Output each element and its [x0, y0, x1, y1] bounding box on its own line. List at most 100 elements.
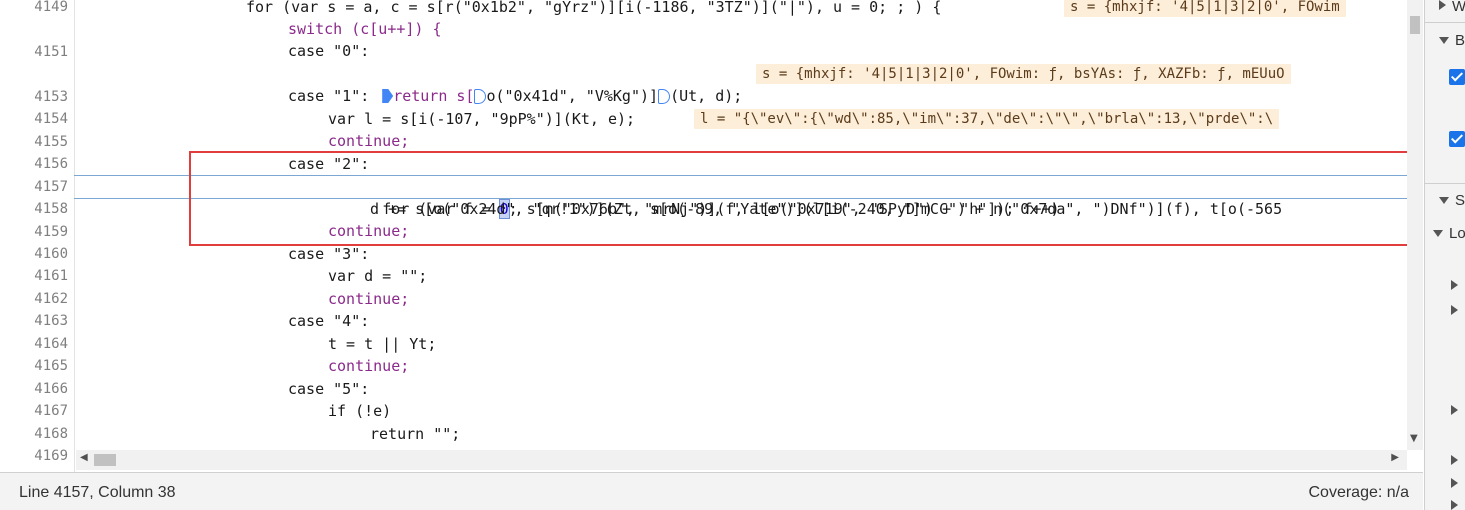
line-number[interactable]: 4164 [0, 333, 68, 355]
line-number-text: 4163 [34, 313, 68, 330]
line-number[interactable]: 4166 [0, 378, 68, 400]
line-number-text: 4156 [34, 156, 68, 173]
code-line-4151[interactable]: case "0": [288, 40, 369, 62]
line-number[interactable]: 4158 [0, 198, 68, 220]
divider [1425, 22, 1465, 23]
line-number[interactable]: 4167 [0, 400, 68, 422]
code-line-4161[interactable]: var d = ""; [328, 265, 427, 287]
inline-value: s = {mhxjf: '4|5|1|3|2|0', FOwim [1064, 0, 1346, 17]
scroll-right-arrow-icon[interactable]: ▶ [1391, 452, 1399, 463]
collapse-icon [1439, 37, 1449, 44]
line-number[interactable]: 4157 [0, 176, 68, 198]
line-number[interactable]: 4165 [0, 355, 68, 377]
code-line-4163[interactable]: case "4": [288, 310, 369, 332]
line-number[interactable]: 4160 [0, 243, 68, 265]
line-number[interactable]: 4154 [0, 108, 68, 130]
execution-marker-icon [382, 89, 394, 103]
inline-breakpoint-icon[interactable] [658, 89, 671, 104]
code-line-4165[interactable]: continue; [328, 355, 409, 377]
line-number-text: 4162 [34, 290, 68, 307]
code-text: case "4": [288, 312, 370, 330]
status-bar: Line 4157, Column 38 Coverage: n/a [0, 472, 1423, 510]
code-line-4152[interactable]: return s[o("0x41d", "V%Kg")] (Ut, d); [328, 63, 742, 105]
code-text: continue; [328, 132, 410, 150]
inline-breakpoint-icon[interactable] [474, 89, 487, 104]
code-line-4162[interactable]: continue; [328, 288, 409, 310]
code-line-4166[interactable]: case "5": [288, 378, 369, 400]
divider [1425, 183, 1465, 184]
collapse-icon [1433, 230, 1443, 237]
code-line-4164[interactable]: t = t || Yt; [328, 333, 436, 355]
debugger-side-panel[interactable]: W B S Lo [1424, 0, 1465, 510]
code-text: switch (c[u++]) { [288, 20, 442, 38]
side-section-label: S [1455, 192, 1465, 209]
code-text: t = t || Yt; [328, 335, 437, 353]
line-number[interactable]: 4151 [0, 41, 68, 63]
side-section-label: W [1452, 0, 1465, 15]
side-section-breakpoints[interactable]: B [1425, 30, 1465, 52]
scroll-down-arrow-icon[interactable]: ▼ [1410, 433, 1418, 444]
side-section-watch[interactable]: W [1425, 0, 1465, 18]
code-text: case "3": [288, 245, 370, 263]
line-number[interactable]: 4161 [0, 265, 68, 287]
code-line-4149[interactable]: for (var s = a, c = s[r("0x1b2", "gYrz")… [246, 0, 941, 18]
code-text: var l = s[i(-107, "9pP%")](Kt, e); [328, 110, 636, 128]
expand-icon[interactable] [1451, 500, 1458, 510]
line-number[interactable]: 4153 [0, 86, 68, 108]
side-section-scope[interactable]: S [1425, 190, 1465, 212]
expand-icon[interactable] [1451, 455, 1458, 465]
side-section-label: Lo [1449, 225, 1465, 242]
breakpoint-line-number[interactable]: 4152 [0, 63, 68, 85]
code-text: return s[ [393, 87, 475, 105]
line-number-text: 4161 [34, 268, 68, 285]
line-number[interactable]: 4155 [0, 131, 68, 153]
code-line-4167[interactable]: if (!e) [328, 400, 391, 422]
line-number[interactable]: 4156 [0, 153, 68, 175]
code-line-4153[interactable]: case "1": [288, 85, 369, 107]
code-text: continue; [328, 357, 410, 375]
line-number-text: 4149 [34, 0, 68, 15]
line-number[interactable]: 4163 [0, 310, 68, 332]
breakpoint-checkbox[interactable] [1449, 69, 1465, 85]
line-number[interactable]: 4169 [0, 445, 68, 467]
highlight-annotation-box [189, 151, 1423, 246]
side-section-local[interactable]: Lo [1425, 223, 1465, 245]
code-line-4150[interactable]: switch (c[u++]) { [288, 18, 442, 40]
line-number-text: 4169 [34, 448, 68, 464]
code-line-4155[interactable]: continue; [328, 130, 409, 152]
code-text: continue; [328, 290, 410, 308]
code-line-4168[interactable]: return ""; [370, 423, 460, 445]
horizontal-scrollbar[interactable]: ◀ ▶ [76, 450, 1407, 470]
line-number-text: 4160 [34, 245, 68, 262]
line-number[interactable]: 4159 [0, 221, 68, 243]
line-number[interactable]: 4162 [0, 288, 68, 310]
code-text: case "1": [288, 87, 370, 105]
coverage-status[interactable]: Coverage: n/a [1308, 484, 1409, 502]
line-number-text: 4168 [34, 425, 68, 442]
scroll-left-arrow-icon[interactable]: ◀ [80, 452, 88, 463]
code-line-4160[interactable]: case "3": [288, 243, 369, 265]
line-number[interactable]: 4149 [0, 0, 68, 18]
vertical-scrollbar[interactable]: ▼ [1407, 0, 1423, 450]
line-number-gutter[interactable]: 4149 4150 4151 4152 4153 4154 4155 4156 4157 4158… [0, 0, 75, 472]
horizontal-scroll-thumb[interactable] [94, 454, 116, 466]
code-text: if (!e) [328, 402, 392, 420]
expand-icon[interactable] [1451, 280, 1458, 290]
code-text: (Ut, d); [670, 87, 743, 105]
vertical-scroll-thumb[interactable] [1410, 16, 1420, 34]
code-text: return ""; [370, 425, 461, 443]
code-text: case "5": [288, 380, 370, 398]
line-number-text: 4158 [34, 201, 68, 218]
breakpoint-checkbox[interactable] [1449, 131, 1465, 147]
expand-icon[interactable] [1451, 478, 1458, 488]
line-number[interactable]: 4168 [0, 423, 68, 445]
line-number-text: 4151 [34, 43, 68, 60]
line-number-text: 4150 [34, 21, 68, 38]
line-number-text: 4166 [34, 380, 68, 397]
expand-icon[interactable] [1451, 305, 1458, 315]
code-editor[interactable]: 4149 4150 4151 4152 4153 4154 4155 4156 4157 4158… [0, 0, 1423, 472]
line-number-text: 4164 [34, 335, 68, 352]
code-line-4154[interactable]: var l = s[i(-107, "9pP%")](Kt, e); [328, 108, 635, 130]
expand-icon[interactable] [1451, 405, 1458, 415]
breakpoint-line-number[interactable]: 4150 [0, 18, 68, 40]
